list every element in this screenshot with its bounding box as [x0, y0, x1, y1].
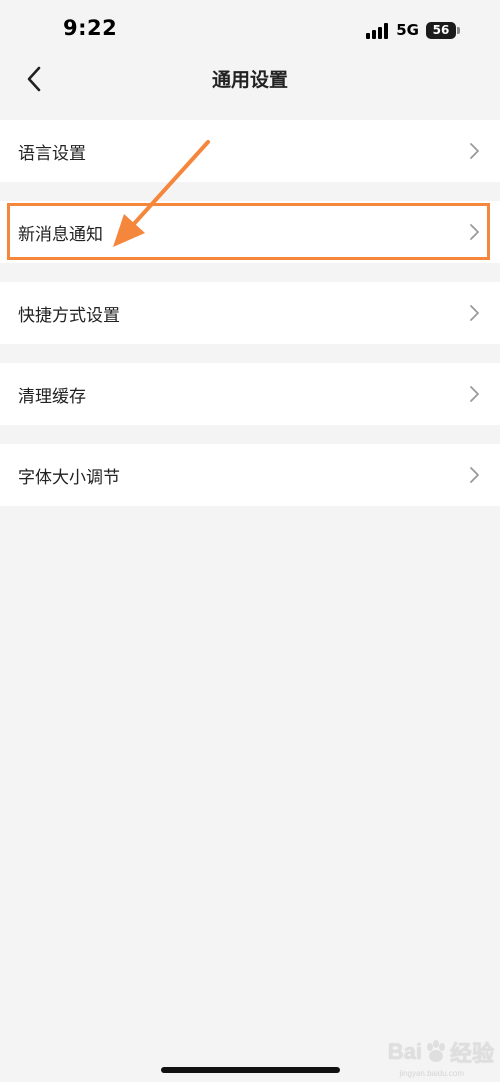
settings-item-clear-cache[interactable]: 清理缓存 — [0, 363, 500, 425]
battery-icon: 56 — [426, 21, 456, 39]
settings-item-language[interactable]: 语言设置 — [0, 120, 500, 182]
paw-icon — [426, 1040, 445, 1062]
watermark-logo-right: 经验 — [449, 1041, 494, 1066]
status-time: 9:22 — [63, 16, 118, 40]
page-title: 通用设置 — [211, 69, 288, 91]
settings-item-label: 快捷方式设置 — [18, 305, 120, 326]
chevron-right-icon — [470, 467, 479, 483]
chevron-right-icon — [470, 143, 479, 159]
watermark-url: jingyan.baidu.com — [399, 1069, 464, 1078]
chevron-right-icon — [470, 305, 479, 321]
settings-item-label: 语言设置 — [18, 143, 86, 164]
settings-item-label: 新消息通知 — [18, 224, 103, 245]
settings-item-label: 清理缓存 — [18, 386, 86, 407]
status-indicators: 5G 56 — [366, 19, 460, 41]
home-indicator — [161, 1067, 340, 1073]
chevron-right-icon — [470, 224, 479, 240]
settings-item-shortcut[interactable]: 快捷方式设置 — [0, 282, 500, 344]
battery-level: 56 — [432, 23, 450, 37]
chevron-right-icon — [470, 386, 479, 402]
settings-item-label: 字体大小调节 — [18, 467, 120, 488]
network-type: 5G — [396, 21, 419, 39]
settings-item-new-message-notification[interactable]: 新消息通知 — [0, 201, 500, 263]
watermark-logo-left: Bai — [387, 1039, 422, 1064]
watermark: Bai 经验 jingyan.baidu.com — [387, 1036, 494, 1078]
settings-list: 语言设置 新消息通知 快捷方式设置 清理缓存 字体大小调节 — [0, 120, 500, 525]
status-bar: 9:22 5G 56 — [0, 0, 500, 60]
navigation-bar: 通用设置 — [0, 56, 500, 100]
battery-tip-icon — [457, 26, 460, 34]
settings-item-font-size[interactable]: 字体大小调节 — [0, 444, 500, 506]
cellular-signal-icon — [366, 22, 389, 39]
